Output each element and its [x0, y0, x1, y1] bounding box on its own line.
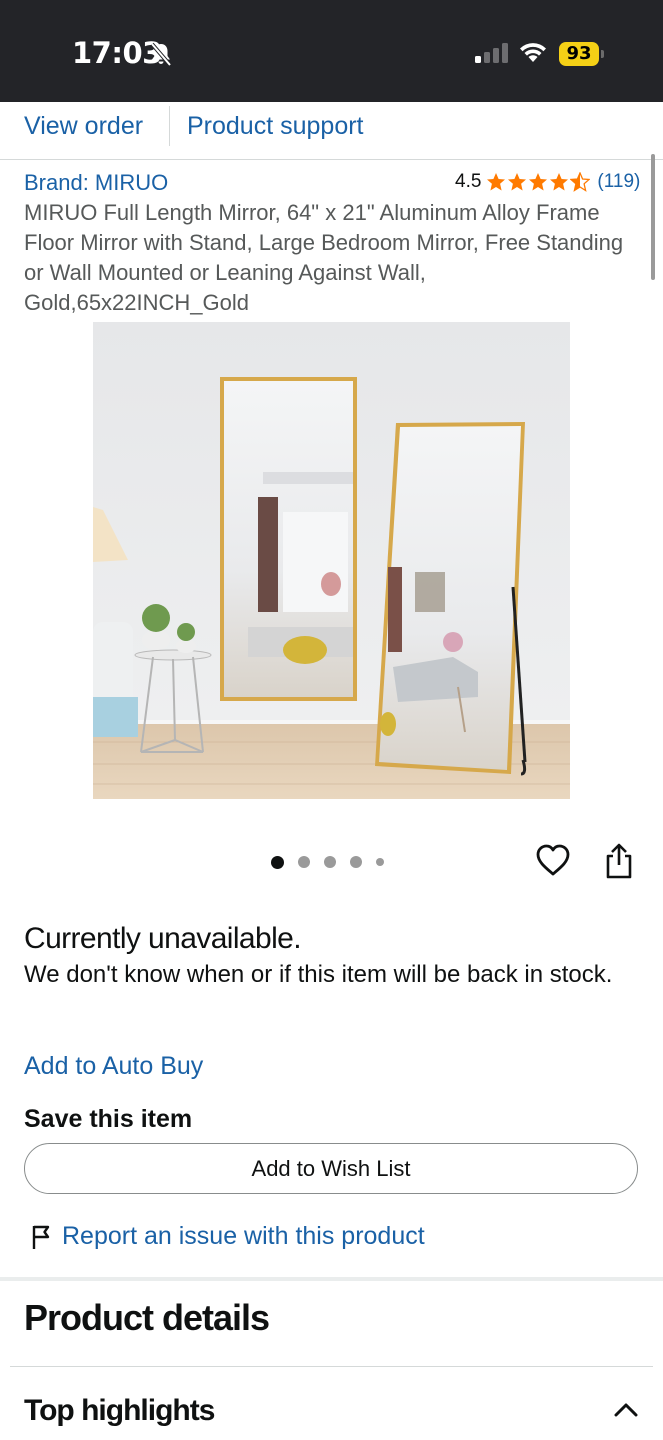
star-full-icon: [508, 173, 527, 191]
report-issue-link[interactable]: Report an issue with this product: [62, 1222, 425, 1251]
signal-icon: [475, 43, 508, 63]
carousel-dot[interactable]: [298, 856, 310, 868]
star-rating: [486, 172, 591, 192]
carousel-dot[interactable]: [376, 858, 384, 866]
star-full-icon: [487, 173, 506, 191]
availability-heading: Currently unavailable.: [24, 922, 302, 955]
divider: [10, 1366, 653, 1367]
star-full-icon: [529, 173, 548, 191]
bell-slash-icon: [150, 42, 172, 67]
carousel-dot[interactable]: [350, 856, 362, 868]
top-tabbar: View order Product support: [0, 102, 663, 160]
add-to-auto-buy-link[interactable]: Add to Auto Buy: [24, 1052, 203, 1081]
availability-message: We don't know when or if this item will …: [24, 961, 613, 988]
carousel-dot[interactable]: [271, 855, 284, 869]
battery-nub: [601, 50, 604, 58]
carousel-dot[interactable]: [324, 856, 336, 868]
product-details-heading: Product details: [24, 1297, 270, 1338]
product-title: MIRUO Full Length Mirror, 64" x 21" Alum…: [24, 200, 624, 315]
image-carousel-dots[interactable]: [271, 855, 398, 869]
rating-summary[interactable]: 4.5 (119): [455, 170, 640, 194]
star-half-icon: [570, 172, 591, 192]
wifi-icon: [520, 43, 546, 62]
view-order-link[interactable]: View order: [24, 112, 143, 141]
chevron-up-icon[interactable]: [612, 1400, 640, 1420]
scroll-indicator: [651, 154, 655, 280]
tab-divider: [169, 106, 170, 146]
star-full-icon: [550, 173, 569, 191]
section-divider: [0, 1277, 663, 1281]
share-icon[interactable]: [603, 842, 635, 880]
rating-count-link[interactable]: (119): [597, 171, 640, 193]
product-photo: [93, 322, 570, 799]
status-bar: 17:03 93: [0, 0, 663, 102]
battery-indicator: 93: [559, 42, 599, 66]
rating-value: 4.5: [455, 171, 482, 192]
brand-link[interactable]: Brand: MIRUO: [24, 170, 168, 196]
flag-icon: [32, 1225, 50, 1249]
heart-icon[interactable]: [535, 843, 571, 879]
product-image[interactable]: [93, 322, 570, 799]
save-item-heading: Save this item: [24, 1105, 193, 1133]
add-to-wish-list-button[interactable]: Add to Wish List: [24, 1143, 638, 1194]
product-support-link[interactable]: Product support: [187, 112, 364, 141]
top-highlights-toggle[interactable]: Top highlights: [24, 1394, 215, 1428]
